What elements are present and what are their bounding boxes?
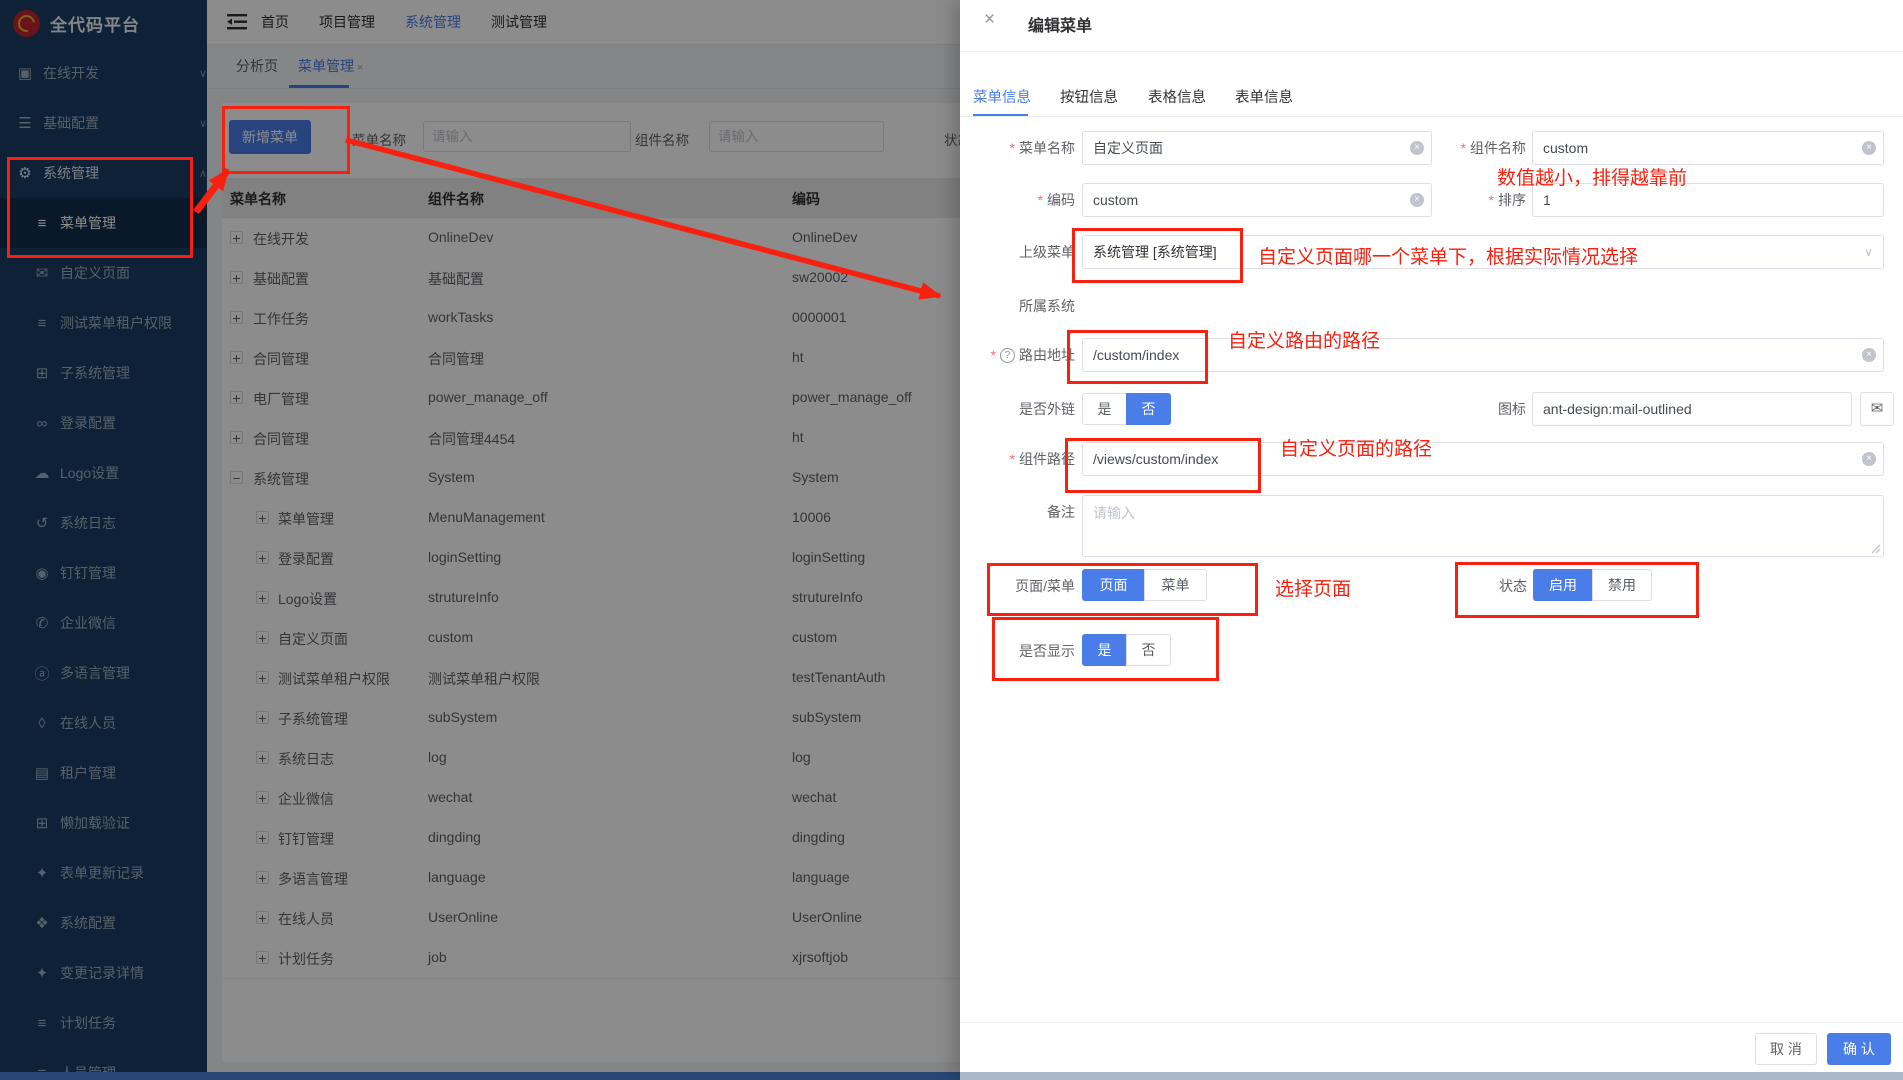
route-input[interactable]: [1082, 338, 1884, 372]
status-toggle: 启用禁用: [1533, 569, 1652, 601]
external-link-label: 是否外链: [960, 399, 1075, 419]
icon-input[interactable]: [1532, 392, 1852, 426]
clear-icon[interactable]: ×: [1862, 348, 1876, 362]
footer-divider: [960, 1022, 1903, 1023]
toggle-option-页面[interactable]: 页面: [1082, 569, 1145, 601]
help-circle-icon: ?: [1000, 348, 1015, 363]
sort-input[interactable]: [1532, 183, 1884, 217]
remark-textarea[interactable]: [1082, 495, 1884, 557]
page-menu-toggle: 页面菜单: [1082, 569, 1207, 601]
status-label: 状态: [1460, 576, 1527, 596]
parent-menu-label: 上级菜单: [960, 242, 1075, 262]
component-path-input[interactable]: [1082, 442, 1884, 476]
chevron-down-icon: ∨: [1864, 236, 1873, 268]
confirm-button[interactable]: 确 认: [1827, 1033, 1891, 1065]
required-asterisk: *: [991, 347, 996, 363]
code-input[interactable]: [1082, 183, 1432, 217]
code-label: * 编码: [960, 190, 1075, 210]
toggle-option-禁用[interactable]: 禁用: [1592, 569, 1652, 601]
drawer-tab-border: [960, 116, 1903, 117]
mail-icon-button[interactable]: ✉: [1860, 392, 1894, 426]
visible-label: 是否显示: [960, 641, 1075, 661]
clear-icon[interactable]: ×: [1862, 141, 1876, 155]
icon-field-label: 图标: [1400, 399, 1526, 419]
clear-icon[interactable]: ×: [1862, 452, 1876, 466]
required-asterisk: *: [1010, 451, 1015, 467]
route-label: * ? 路由地址: [960, 345, 1075, 365]
toggle-option-菜单[interactable]: 菜单: [1144, 569, 1207, 601]
required-asterisk: *: [1461, 140, 1466, 156]
close-icon[interactable]: ×: [984, 9, 995, 31]
drawer-tab-0[interactable]: 菜单信息: [973, 86, 1031, 107]
toggle-option-是[interactable]: 是: [1082, 393, 1127, 425]
component-name-label: * 组件名称: [1400, 138, 1526, 158]
menu-name-input[interactable]: [1082, 131, 1432, 165]
edit-menu-drawer: × 编辑菜单 菜单信息按钮信息表格信息表单信息 * 菜单名称 × * 组件名称 …: [960, 0, 1903, 1080]
toggle-option-启用[interactable]: 启用: [1533, 569, 1593, 601]
system-label: 所属系统: [960, 296, 1075, 316]
remark-label: 备注: [960, 502, 1075, 522]
component-path-label: * 组件路径: [960, 449, 1075, 469]
drawer-title: 编辑菜单: [1028, 12, 1092, 36]
cancel-button[interactable]: 取 消: [1755, 1033, 1817, 1065]
toggle-option-否[interactable]: 否: [1126, 393, 1171, 425]
required-asterisk: *: [1489, 192, 1494, 208]
visible-toggle: 是否: [1082, 634, 1171, 666]
menu-name-label: * 菜单名称: [960, 138, 1075, 158]
drawer-tab-3[interactable]: 表单信息: [1235, 86, 1293, 107]
required-asterisk: *: [1038, 192, 1043, 208]
toggle-option-是[interactable]: 是: [1082, 634, 1127, 666]
sort-label: * 排序: [1400, 190, 1526, 210]
parent-menu-select[interactable]: 系统管理 [系统管理] ∨: [1082, 235, 1884, 269]
drawer-tab-2[interactable]: 表格信息: [1148, 86, 1206, 107]
drawer-mask[interactable]: [0, 0, 960, 1080]
required-asterisk: *: [1010, 140, 1015, 156]
component-name-input[interactable]: [1532, 131, 1884, 165]
header-divider: [960, 51, 1903, 52]
resize-handle-icon[interactable]: [1870, 543, 1881, 554]
external-link-toggle: 是否: [1082, 393, 1171, 425]
drawer-bottom-strip: [960, 1072, 1903, 1080]
drawer-tab-1[interactable]: 按钮信息: [1060, 86, 1118, 107]
toggle-option-否[interactable]: 否: [1126, 634, 1171, 666]
page-menu-label: 页面/菜单: [960, 576, 1075, 596]
